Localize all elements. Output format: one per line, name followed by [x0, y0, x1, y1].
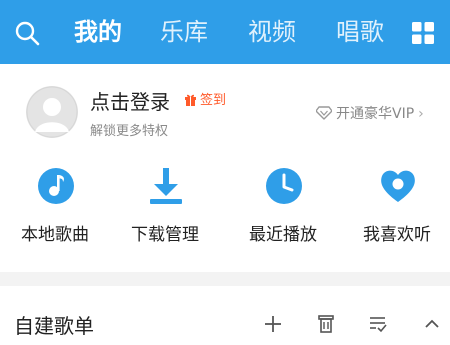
playlist-section-title: 自建歌单 — [14, 314, 94, 338]
top-nav-bar: 我的 乐库 视频 唱歌 — [0, 0, 450, 64]
vip-link[interactable]: 开通豪华VIP › — [315, 103, 424, 124]
collapse-icon[interactable] — [422, 314, 442, 334]
profile-subtitle: 解锁更多特权 — [90, 124, 169, 139]
section-divider — [0, 272, 450, 286]
local-songs-button[interactable]: 本地歌曲 — [0, 166, 110, 250]
avatar[interactable] — [26, 86, 78, 138]
sort-icon[interactable] — [368, 314, 388, 334]
tab-music-library[interactable]: 乐库 — [160, 14, 208, 50]
music-note-icon — [36, 166, 76, 206]
tab-sing[interactable]: 唱歌 — [336, 14, 384, 50]
vip-label: 开通豪华VIP — [336, 106, 415, 122]
quick-action-label: 本地歌曲 — [21, 225, 89, 245]
favorites-button[interactable]: 我喜欢听 — [342, 166, 450, 250]
checkin-label: 签到 — [200, 93, 227, 108]
tab-mine[interactable]: 我的 — [74, 14, 122, 50]
recent-plays-button[interactable]: 最近播放 — [228, 166, 338, 250]
tab-video[interactable]: 视频 — [248, 14, 296, 50]
chevron-right-icon: › — [418, 106, 424, 122]
search-icon[interactable] — [14, 20, 40, 46]
quick-action-label: 下载管理 — [131, 225, 199, 245]
manage-icon[interactable] — [316, 314, 336, 334]
quick-action-label: 最近播放 — [249, 225, 317, 245]
clock-icon — [264, 166, 304, 206]
download-icon — [146, 166, 186, 206]
add-icon[interactable] — [263, 314, 283, 334]
checkin-button[interactable]: 签到 — [184, 89, 226, 110]
grid-icon[interactable] — [412, 22, 434, 44]
quick-action-label: 我喜欢听 — [363, 225, 431, 245]
gift-icon — [184, 93, 197, 110]
diamond-icon — [315, 106, 333, 124]
login-link[interactable]: 点击登录 — [90, 86, 170, 115]
heart-icon — [378, 166, 418, 206]
download-manager-button[interactable]: 下载管理 — [110, 166, 220, 250]
